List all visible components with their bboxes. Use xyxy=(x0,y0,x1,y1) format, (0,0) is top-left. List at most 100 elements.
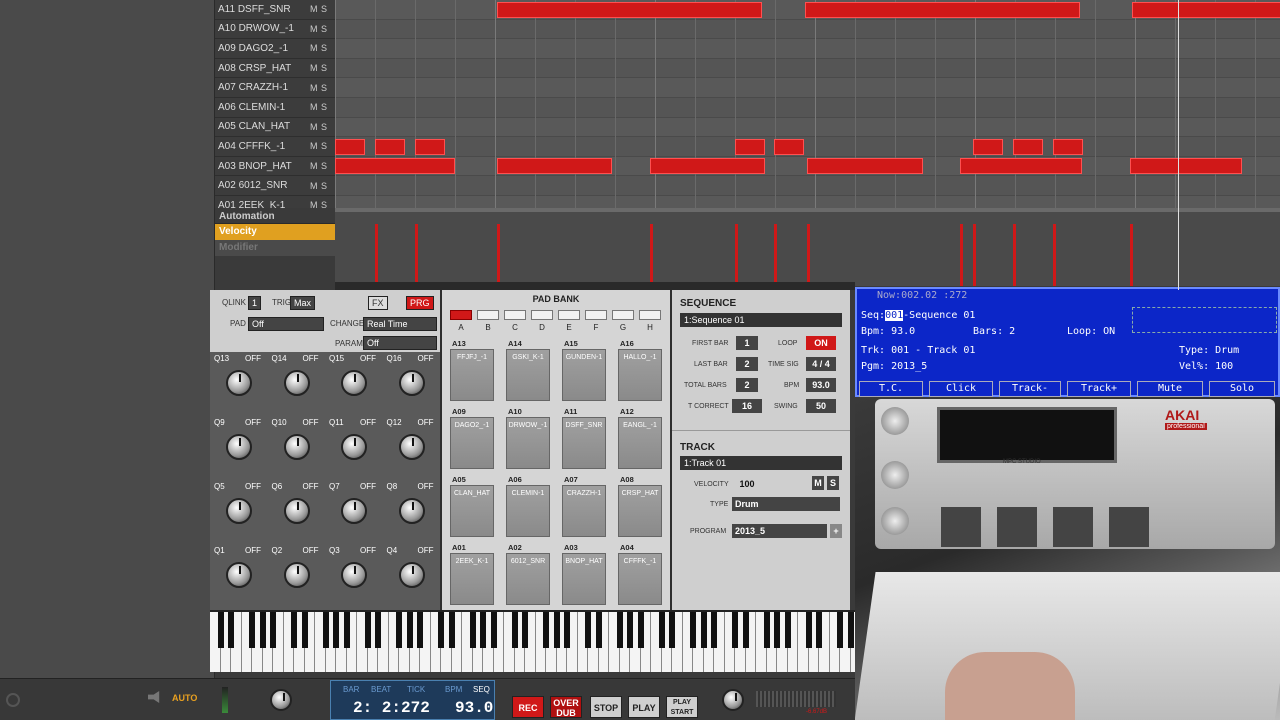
track-row[interactable]: A11 DSFF_SNR M S xyxy=(215,0,335,20)
black-key[interactable] xyxy=(291,612,297,648)
knob-icon[interactable] xyxy=(398,498,425,524)
drum-pad[interactable]: DRWOW_-1 xyxy=(506,417,550,469)
knob-icon[interactable] xyxy=(341,498,367,524)
qlink-select[interactable]: 1 xyxy=(248,296,262,310)
qlink-knob[interactable]: Q1 OFF xyxy=(210,544,267,608)
play-button[interactable]: PLAY xyxy=(628,696,660,718)
loop-toggle[interactable]: ON xyxy=(806,336,836,350)
black-key[interactable] xyxy=(270,612,276,648)
qlink-knob[interactable]: Q12 OFF xyxy=(383,416,440,480)
bank-button-c[interactable] xyxy=(504,310,526,320)
solo-button[interactable]: S xyxy=(321,102,332,112)
black-key[interactable] xyxy=(249,612,255,648)
solo-button[interactable]: S xyxy=(321,141,332,151)
velocity-bar[interactable] xyxy=(375,224,378,286)
black-key[interactable] xyxy=(564,612,570,648)
black-key[interactable] xyxy=(301,612,308,648)
track-row[interactable]: A04 CFFFK_-1 M S xyxy=(215,137,335,157)
play-start-button[interactable]: PLAY START xyxy=(666,696,698,718)
track-row[interactable]: A05 CLAN_HAT M S xyxy=(215,118,335,138)
mute-button[interactable]: M xyxy=(310,122,321,132)
gear-icon[interactable] xyxy=(6,693,20,707)
midi-note[interactable] xyxy=(1130,158,1242,175)
midi-note[interactable] xyxy=(497,1,762,18)
trig-select[interactable]: Max xyxy=(290,296,316,310)
black-key[interactable] xyxy=(490,612,497,648)
midi-note[interactable] xyxy=(807,158,923,175)
black-key[interactable] xyxy=(469,612,476,648)
knob-icon[interactable] xyxy=(283,562,310,588)
piano-keyboard[interactable] xyxy=(210,610,855,672)
drum-pad[interactable]: FFJFJ_-1 xyxy=(450,349,494,401)
midi-note[interactable] xyxy=(497,158,612,175)
drum-pad[interactable]: CLEMIN-1 xyxy=(506,485,550,537)
velocity-bar[interactable] xyxy=(1013,224,1016,286)
solo-button[interactable]: S xyxy=(321,63,332,73)
master-volume-knob[interactable] xyxy=(270,689,292,711)
horizontal-scrollbar[interactable] xyxy=(335,282,855,290)
position-display[interactable]: BAR BEAT TICK BPM SEQ 2: 2:272 93.0 xyxy=(330,680,495,720)
black-key[interactable] xyxy=(217,612,224,648)
black-key[interactable] xyxy=(774,612,780,648)
mute-button[interactable]: M xyxy=(310,181,321,191)
black-key[interactable] xyxy=(616,612,623,648)
black-key[interactable] xyxy=(522,612,528,648)
drum-pad[interactable]: CRSP_HAT xyxy=(618,485,662,537)
track-solo-button[interactable]: S xyxy=(827,476,839,490)
velocity-bar[interactable] xyxy=(774,224,777,286)
knob-icon[interactable] xyxy=(398,562,425,588)
pad-select[interactable]: Off xyxy=(248,317,324,331)
track-row[interactable]: A09 DAGO2_-1 M S xyxy=(215,39,335,59)
qlink-knob[interactable]: Q4 OFF xyxy=(383,544,440,608)
midi-note[interactable] xyxy=(650,158,765,175)
drum-pad[interactable]: GSKI_K-1 xyxy=(506,349,550,401)
softkey-tc[interactable]: T.C. xyxy=(859,381,923,397)
solo-button[interactable]: S xyxy=(321,122,332,132)
fx-button[interactable]: FX xyxy=(368,296,388,310)
track-mute-button[interactable]: M xyxy=(812,476,824,490)
add-program-button[interactable]: + xyxy=(830,524,842,538)
black-key[interactable] xyxy=(438,612,444,648)
solo-button[interactable]: S xyxy=(321,181,332,191)
qlink-knob[interactable]: Q2 OFF xyxy=(268,544,325,608)
velocity-bar[interactable] xyxy=(973,224,976,286)
mute-button[interactable]: M xyxy=(310,4,321,14)
black-key[interactable] xyxy=(553,612,560,648)
qlink-knob[interactable]: Q3 OFF xyxy=(325,544,382,608)
mute-button[interactable]: M xyxy=(310,43,321,53)
qlink-knob[interactable]: Q7 OFF xyxy=(325,480,382,544)
knob-icon[interactable] xyxy=(226,562,252,588)
midi-note[interactable] xyxy=(735,138,765,155)
stop-button[interactable]: STOP xyxy=(590,696,622,718)
black-key[interactable] xyxy=(784,612,791,648)
drum-pad[interactable]: CLAN_HAT xyxy=(450,485,494,537)
solo-button[interactable]: S xyxy=(321,83,332,93)
knob-icon[interactable] xyxy=(283,434,310,460)
black-key[interactable] xyxy=(375,612,381,648)
black-key[interactable] xyxy=(511,612,518,648)
sequence-select[interactable]: 1:Sequence 01 xyxy=(680,313,842,327)
knob-icon[interactable] xyxy=(226,498,252,524)
drum-pad[interactable]: HALLO_-1 xyxy=(618,349,662,401)
knob-icon[interactable] xyxy=(341,562,367,588)
black-key[interactable] xyxy=(543,612,549,648)
track-row[interactable]: A07 CRAZZH-1 M S xyxy=(215,78,335,98)
knob-icon[interactable] xyxy=(341,434,367,460)
bank-button-h[interactable] xyxy=(639,310,661,320)
mute-button[interactable]: M xyxy=(310,24,321,34)
black-key[interactable] xyxy=(805,612,812,648)
overdub-button[interactable]: OVER DUB xyxy=(550,696,582,718)
qlink-knob[interactable]: Q16 OFF xyxy=(383,352,440,416)
knob-icon[interactable] xyxy=(398,370,425,396)
param-select[interactable]: Off xyxy=(363,336,437,350)
qlink-knob[interactable]: Q8 OFF xyxy=(383,480,440,544)
speaker-icon[interactable] xyxy=(148,691,160,703)
qlink-knob[interactable]: Q14 OFF xyxy=(268,352,325,416)
drum-pad[interactable]: CFFFK_-1 xyxy=(618,553,662,605)
velocity-bar[interactable] xyxy=(415,224,418,286)
drum-pad[interactable]: EANGL_-1 xyxy=(618,417,662,469)
midi-note[interactable] xyxy=(1053,138,1083,155)
black-key[interactable] xyxy=(333,612,339,648)
solo-button[interactable]: S xyxy=(321,24,332,34)
knob-icon[interactable] xyxy=(226,434,252,460)
